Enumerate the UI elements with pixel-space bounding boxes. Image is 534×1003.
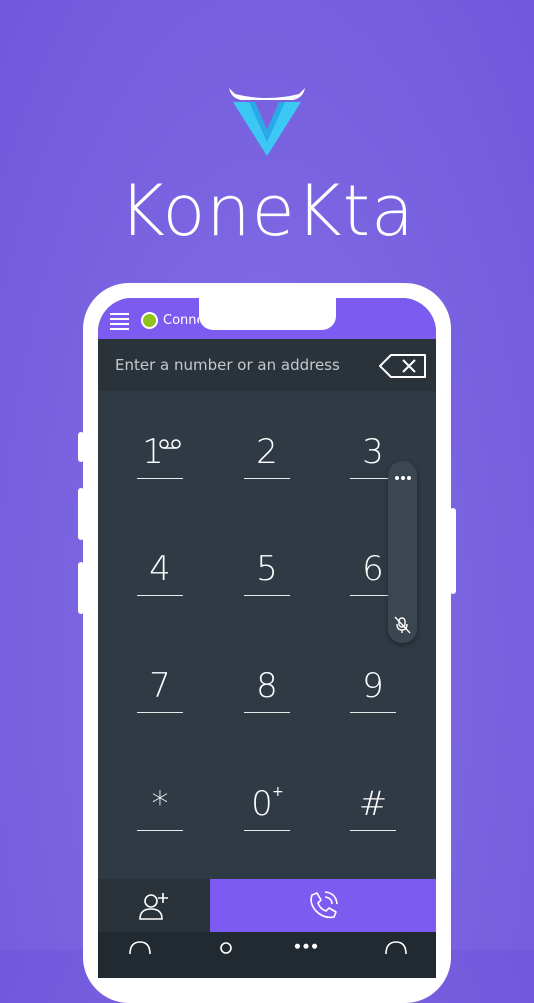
address-input[interactable] — [115, 352, 365, 378]
key-digit: 1 — [142, 432, 164, 472]
key-underline — [244, 830, 290, 831]
side-floating-panel — [388, 461, 417, 643]
chat-tab-icon[interactable] — [384, 940, 408, 954]
hamburger-menu-icon[interactable] — [110, 313, 129, 330]
dialpad-tab-icon[interactable] — [294, 940, 318, 954]
key-hash[interactable]: # — [350, 781, 396, 831]
call-button[interactable] — [210, 879, 436, 932]
connection-status-dot — [141, 312, 158, 329]
key-star[interactable]: * — [137, 781, 183, 831]
key-underline — [244, 712, 290, 713]
konekta-logo-icon — [229, 88, 305, 156]
voicemail-icon — [159, 439, 181, 449]
key-plus-label: + — [272, 784, 284, 800]
phone-side-button — [78, 432, 84, 462]
key-9[interactable]: 9 — [350, 663, 396, 713]
key-1[interactable]: 1 — [137, 429, 183, 479]
mic-off-icon[interactable] — [394, 616, 411, 634]
key-5[interactable]: 5 — [244, 546, 290, 596]
key-4[interactable]: 4 — [137, 546, 183, 596]
phone-screen: Connected 1 2 3 — [98, 298, 436, 978]
key-underline — [244, 478, 290, 479]
key-digit: 5 — [256, 549, 278, 589]
history-tab-icon[interactable] — [128, 940, 152, 954]
key-0[interactable]: 0 + — [244, 781, 290, 831]
phone-side-button — [78, 562, 84, 614]
key-digit: 2 — [256, 432, 278, 472]
dial-keypad: 1 2 3 4 5 6 7 8 9 * 0 + # — [98, 391, 436, 879]
phone-notch — [199, 298, 336, 330]
key-underline — [137, 830, 183, 831]
backspace-icon[interactable] — [379, 353, 427, 379]
contacts-tab-icon[interactable] — [214, 940, 238, 954]
key-digit: 8 — [256, 666, 278, 706]
bottom-tab-bar — [98, 932, 436, 978]
key-digit: * — [151, 784, 169, 824]
key-digit: 9 — [362, 666, 384, 706]
status-bar: Connected — [98, 298, 436, 339]
connection-status-text: Connected — [163, 313, 199, 328]
app-logo — [0, 84, 534, 158]
key-underline — [137, 712, 183, 713]
key-2[interactable]: 2 — [244, 429, 290, 479]
key-digit: 7 — [149, 666, 171, 706]
add-contact-icon — [139, 893, 168, 920]
key-7[interactable]: 7 — [137, 663, 183, 713]
brand-name: KoneKta — [119, 170, 415, 252]
key-digit: 4 — [149, 549, 171, 589]
phone-call-icon — [310, 891, 338, 919]
key-8[interactable]: 8 — [244, 663, 290, 713]
key-underline — [244, 595, 290, 596]
key-underline — [137, 478, 183, 479]
action-row — [98, 879, 436, 932]
phone-side-button — [450, 508, 456, 594]
key-underline — [350, 712, 396, 713]
address-bar — [98, 339, 436, 391]
key-underline — [137, 595, 183, 596]
key-underline — [350, 830, 396, 831]
add-contact-button[interactable] — [98, 879, 210, 932]
more-dots-icon[interactable] — [393, 469, 413, 481]
phone-side-button — [78, 488, 84, 540]
key-digit: # — [358, 784, 388, 824]
